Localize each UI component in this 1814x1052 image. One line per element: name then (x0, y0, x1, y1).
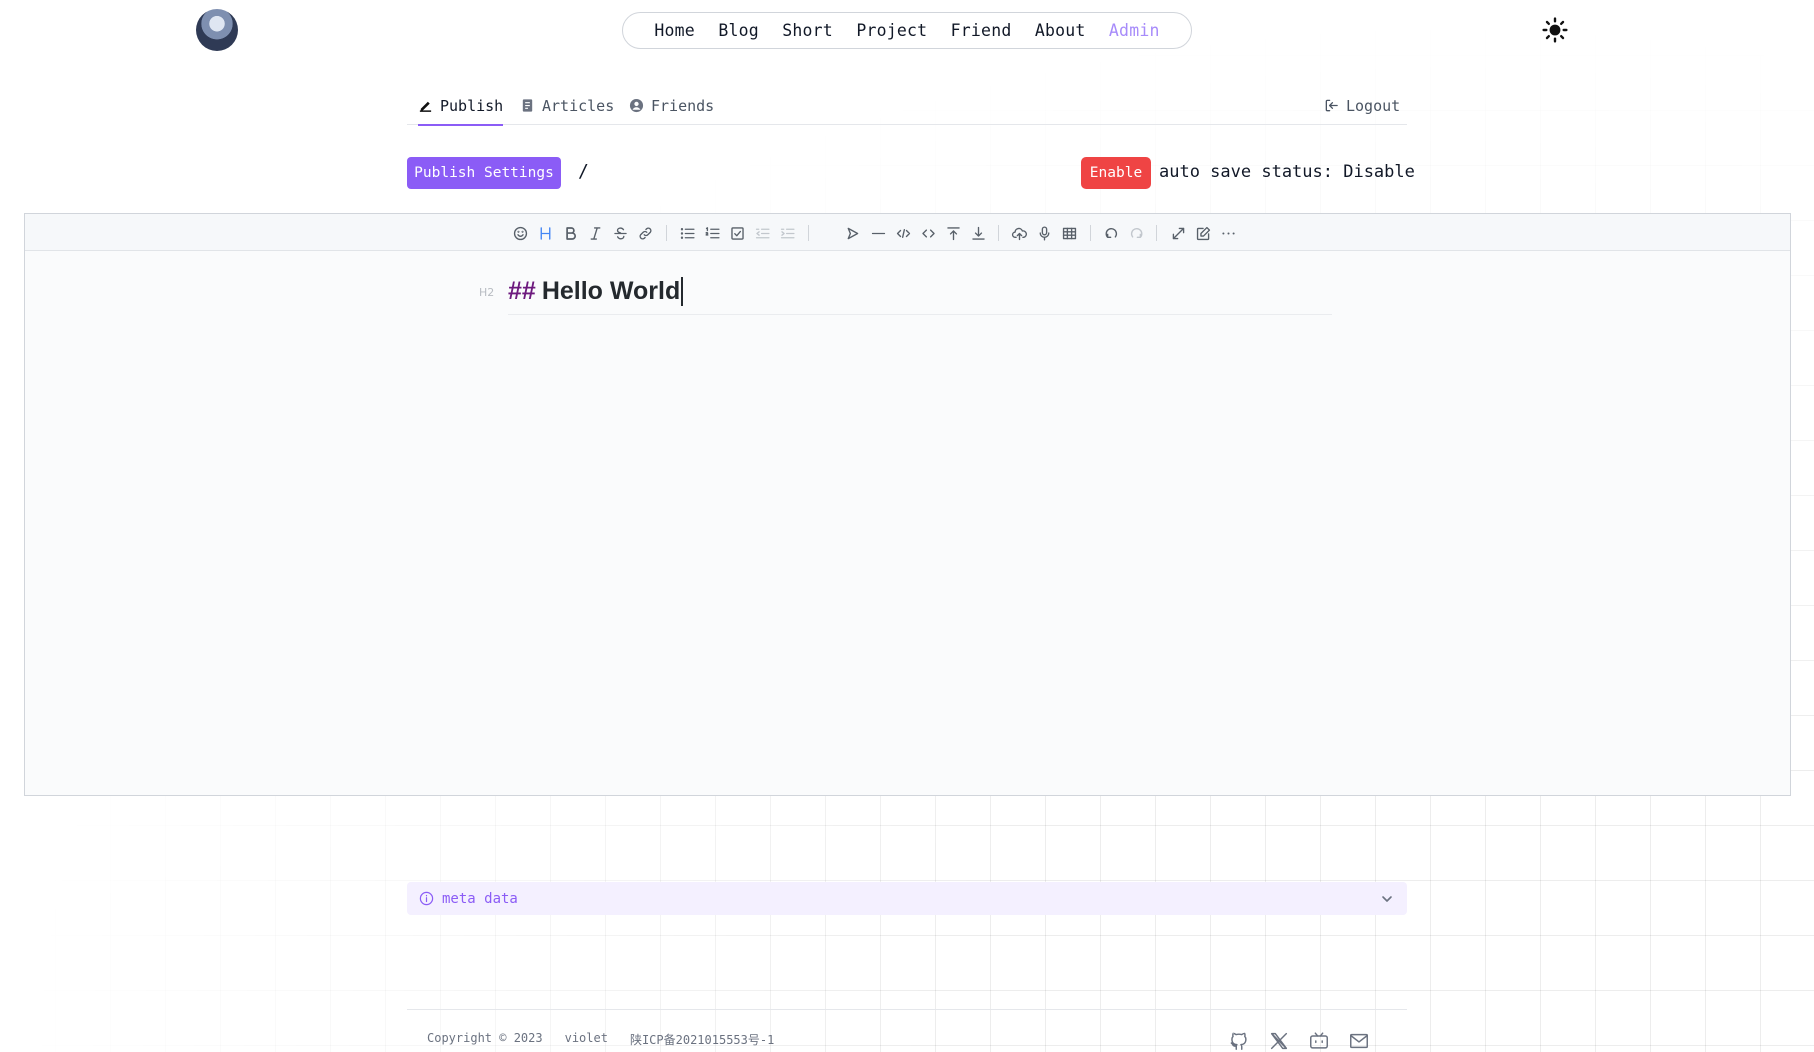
pencil-icon (419, 101, 432, 112)
heading-level-marker: H2 (479, 286, 495, 299)
strike-icon[interactable] (610, 223, 630, 243)
copyright: Copyright © 2023 (427, 1031, 543, 1045)
github-icon[interactable] (1228, 1030, 1250, 1052)
admin-tabs: Publish Articles Friends Logout (407, 86, 1407, 126)
headings-icon[interactable] (535, 223, 555, 243)
toolbar-divider (1156, 225, 1157, 241)
tab-articles-label: Articles (542, 96, 615, 115)
outdent-icon[interactable] (752, 223, 772, 243)
tab-friends[interactable]: Friends (629, 86, 714, 125)
chevron-down-icon (1382, 895, 1392, 902)
line-icon[interactable] (868, 223, 888, 243)
mail-icon[interactable] (1348, 1030, 1370, 1052)
title-separator: / (578, 161, 589, 182)
bilibili-icon[interactable] (1308, 1030, 1330, 1052)
link-icon[interactable] (635, 223, 655, 243)
tab-publish-label: Publish (440, 96, 504, 115)
meta-data-accordion[interactable]: meta data (407, 882, 1407, 915)
inline-code-icon[interactable] (918, 223, 938, 243)
nav-admin[interactable]: Admin (1109, 21, 1160, 40)
code-icon[interactable] (893, 223, 913, 243)
nav-project[interactable]: Project (856, 21, 927, 40)
undo-icon[interactable] (1101, 223, 1121, 243)
icp-link[interactable]: 陕ICP备2021015553号-1 (630, 1031, 774, 1048)
nav-blog[interactable]: Blog (718, 21, 759, 40)
text-caret (681, 277, 683, 306)
more-icon[interactable] (1218, 223, 1238, 243)
toolbar-divider (1090, 225, 1091, 241)
editor-toolbar (25, 214, 1790, 251)
x-icon[interactable] (1268, 1030, 1290, 1052)
tab-publish[interactable]: Publish (418, 86, 504, 126)
nav-about[interactable]: About (1035, 21, 1086, 40)
nav-short[interactable]: Short (782, 21, 833, 40)
upload-icon[interactable] (1009, 223, 1029, 243)
markdown-editor[interactable]: H2 ## Hello World (24, 213, 1791, 796)
editor-line[interactable]: ## Hello World (508, 277, 1332, 315)
indent-icon[interactable] (777, 223, 797, 243)
sun-icon[interactable] (1542, 17, 1568, 43)
fullscreen-icon[interactable] (1168, 223, 1188, 243)
footer-divider (407, 1009, 1407, 1010)
user-circle-icon (629, 98, 644, 113)
toolbar-divider (998, 225, 999, 241)
logout-icon (1325, 99, 1338, 112)
edit-mode-icon[interactable] (1193, 223, 1213, 243)
tab-friends-label: Friends (651, 96, 715, 115)
emoji-icon[interactable] (510, 223, 530, 243)
heading-text: Hello World (541, 277, 681, 305)
list-icon[interactable] (677, 223, 697, 243)
avatar[interactable] (196, 9, 238, 51)
toolbar-divider (666, 225, 667, 241)
logout-button[interactable]: Logout (1324, 86, 1400, 125)
logout-label: Logout (1346, 96, 1401, 115)
record-icon[interactable] (1034, 223, 1054, 243)
enable-autosave-button[interactable]: Enable (1081, 157, 1151, 189)
nav-friend[interactable]: Friend (951, 21, 1012, 40)
toolbar-divider (808, 225, 809, 241)
info-icon (419, 891, 434, 906)
publish-settings-button[interactable]: Publish Settings (407, 157, 561, 189)
autosave-status: auto save status: Disable (1159, 162, 1415, 182)
insert-after-icon[interactable] (968, 223, 988, 243)
social-links (1228, 1030, 1370, 1052)
tab-articles[interactable]: Articles (520, 86, 614, 125)
meta-data-label: meta data (442, 890, 518, 907)
insert-before-icon[interactable] (943, 223, 963, 243)
check-icon[interactable] (727, 223, 747, 243)
redo-icon[interactable] (1126, 223, 1146, 243)
footer-text: Copyright © 2023 violet 陕ICP备2021015553号… (427, 1031, 774, 1048)
document-icon (522, 99, 533, 112)
heading-hash: ## (508, 277, 536, 305)
quote-icon[interactable] (842, 223, 862, 243)
table-icon[interactable] (1059, 223, 1079, 243)
italic-icon[interactable] (585, 223, 605, 243)
author-link[interactable]: violet (565, 1031, 608, 1048)
top-navigation: Home Blog Short Project Friend About Adm… (622, 12, 1192, 49)
ordered-list-icon[interactable] (702, 223, 722, 243)
nav-home[interactable]: Home (654, 21, 695, 40)
bold-icon[interactable] (560, 223, 580, 243)
